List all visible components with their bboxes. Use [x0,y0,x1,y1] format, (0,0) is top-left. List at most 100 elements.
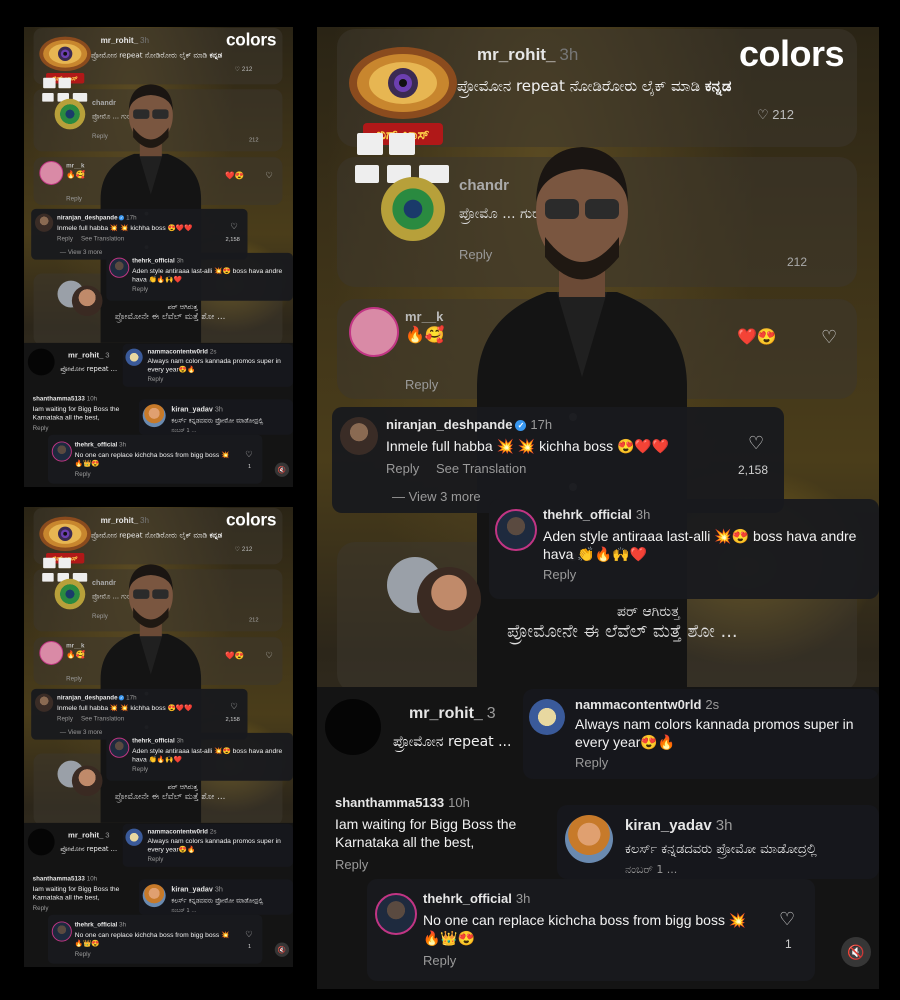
speaker-muted-icon[interactable]: 🔇 [841,937,871,967]
reply-link[interactable]: Reply [132,765,148,772]
avatar[interactable] [27,828,55,856]
comment-username[interactable]: mr_rohit_ 3h [101,36,150,46]
avatar[interactable] [39,161,64,185]
comment-username[interactable]: kiran_yadav 3h [625,817,732,834]
comment-username[interactable]: kiran_yadav 3h [171,405,222,413]
see-translation-link[interactable]: See Translation [81,715,124,722]
comment-text: ಪ್ರೋಮೋನ repeat ... [393,734,512,750]
verified-badge-icon: ✓ [118,215,125,221]
comment-username[interactable]: mr_rohit_ 3 [68,351,109,360]
comment-username[interactable]: thehrk_official 3h [543,507,650,522]
reply-link[interactable]: Reply [147,375,163,382]
heart-icon[interactable]: ♡ [230,221,238,231]
like-count: ♡ 212 [757,107,794,122]
reply-link[interactable]: Reply [33,424,49,431]
avatar[interactable] [27,348,55,376]
comment-text: Iam waiting for Bigg Boss the Karnataka … [32,884,120,901]
see-translation-link[interactable]: See Translation [436,461,526,476]
comment-text: ಪ್ರೋಮೋನ repeat ... [60,845,118,854]
speaker-muted-icon[interactable]: 🔇 [274,462,290,477]
reel-panel-thumb-2[interactable]: ಬಿಗ್ ಬಾಸ್ colors mr_rohit_3h ಪ್ರೋಮೋನ rep… [24,507,293,967]
see-translation-link[interactable]: See Translation [81,235,124,242]
heart-icon[interactable]: ♡ [230,701,238,711]
reply-link[interactable]: Reply [66,195,82,202]
comment-username[interactable]: mr__k [405,309,443,324]
comment-username[interactable]: nammacontentw0rld 2s [147,348,216,355]
reply-link[interactable]: Reply [75,950,91,957]
reel-panel-thumb-1[interactable]: ಬಿಗ್ ಬಾಸ್ colors mr_rohit_3h ಪ್ರೋಮೋನ rep… [24,27,293,487]
avatar[interactable] [51,441,72,462]
comment-username[interactable]: mr_rohit_ 3 [409,705,496,723]
reply-link[interactable]: Reply [132,285,148,292]
avatar[interactable] [375,893,417,935]
comment-reactions: ❤️😍 [225,651,245,660]
view-more-replies[interactable]: — View 3 more [60,248,102,255]
avatar[interactable] [35,213,54,232]
avatar[interactable] [109,257,130,278]
reply-link[interactable]: Reply [543,567,576,582]
comment-username[interactable]: niranjan_deshpande ✓ 17h [57,694,137,701]
comment-username[interactable]: shanthamma5133 10h [33,875,98,882]
avatar[interactable] [417,567,481,631]
reply-link[interactable]: Reply [33,904,49,911]
sponsor-logo [42,93,54,102]
reply-link[interactable]: Reply [423,953,456,968]
comment-username[interactable]: shanthamma5133 10h [33,395,98,402]
heart-icon[interactable]: ♡ [265,171,273,181]
avatar[interactable] [71,765,103,797]
comment-username[interactable]: mr_rohit_ 3h [101,516,150,526]
avatar[interactable] [349,307,399,357]
reply-link[interactable]: Reply [66,675,82,682]
comment-username[interactable]: nammacontentw0rld 2s [575,697,719,712]
avatar[interactable] [340,417,378,455]
avatar[interactable] [109,737,130,758]
comment-username[interactable]: thehrk_official 3h [75,921,126,928]
comment-username[interactable]: shanthamma5133 10h [335,795,470,810]
heart-icon[interactable]: ♡ [779,909,795,930]
reply-link[interactable]: Reply [57,235,73,242]
reel-panel-large[interactable]: ಬಿಗ್ ಬಾಸ್ colors mr_rohit_ 3h ಪ್ರೋಮೋನ rep… [317,27,879,989]
reply-link[interactable]: Reply [386,461,419,476]
avatar[interactable] [142,884,166,908]
comment-card: kiran_yadav 3h ಕಲರ್ಸ್ ಕನ್ನಡದವರು ಪ್ರೋಮೋ ಮಾ… [557,805,879,879]
reply-link[interactable]: Reply [57,715,73,722]
comment-username[interactable]: thehrk_official 3h [423,891,530,906]
reply-link[interactable]: Reply [75,470,91,477]
reply-link[interactable]: Reply [335,857,368,872]
avatar[interactable] [529,699,565,735]
heart-icon[interactable]: ♡ [245,929,253,939]
comment-username[interactable]: mr__k [66,162,84,169]
avatar[interactable] [35,693,54,712]
avatar[interactable] [51,921,72,942]
avatar[interactable] [125,348,143,366]
avatar[interactable] [142,404,166,428]
view-more-replies[interactable]: — View 3 more [392,489,481,504]
comment-username[interactable]: thehrk_official 3h [75,441,126,448]
avatar[interactable] [125,828,143,846]
avatar[interactable] [495,509,537,551]
comment-username[interactable]: niranjan_deshpande ✓ 17h [57,214,137,221]
avatar[interactable] [71,285,103,317]
avatar[interactable] [381,177,445,241]
heart-icon[interactable]: ♡ [821,327,837,348]
heart-icon[interactable]: ♡ [245,449,253,459]
comment-username[interactable]: nammacontentw0rld 2s [147,828,216,835]
comment-username[interactable]: kiran_yadav 3h [171,885,222,893]
reply-link[interactable]: Reply [147,855,163,862]
comment-username[interactable]: mr_rohit_ 3 [68,831,109,840]
comment-username[interactable]: mr_rohit_ 3h [477,45,578,65]
comment-username[interactable]: niranjan_deshpande ✓ 17h [386,417,552,432]
heart-icon[interactable]: ♡ [748,433,764,454]
heart-icon[interactable]: ♡ [265,651,273,661]
comment-username[interactable]: mr__k [66,642,84,649]
avatar[interactable] [39,641,64,665]
avatar[interactable] [325,699,381,755]
reply-link[interactable]: Reply [575,755,608,770]
comment-username[interactable]: thehrk_official 3h [132,737,183,744]
avatar[interactable] [565,815,613,863]
comment-text: Aden style antiraaa last-alli 💥😍 boss ha… [132,746,283,764]
reply-link[interactable]: Reply [405,377,438,392]
view-more-replies[interactable]: — View 3 more [60,728,102,735]
speaker-muted-icon[interactable]: 🔇 [274,942,290,957]
comment-username[interactable]: thehrk_official 3h [132,257,183,264]
